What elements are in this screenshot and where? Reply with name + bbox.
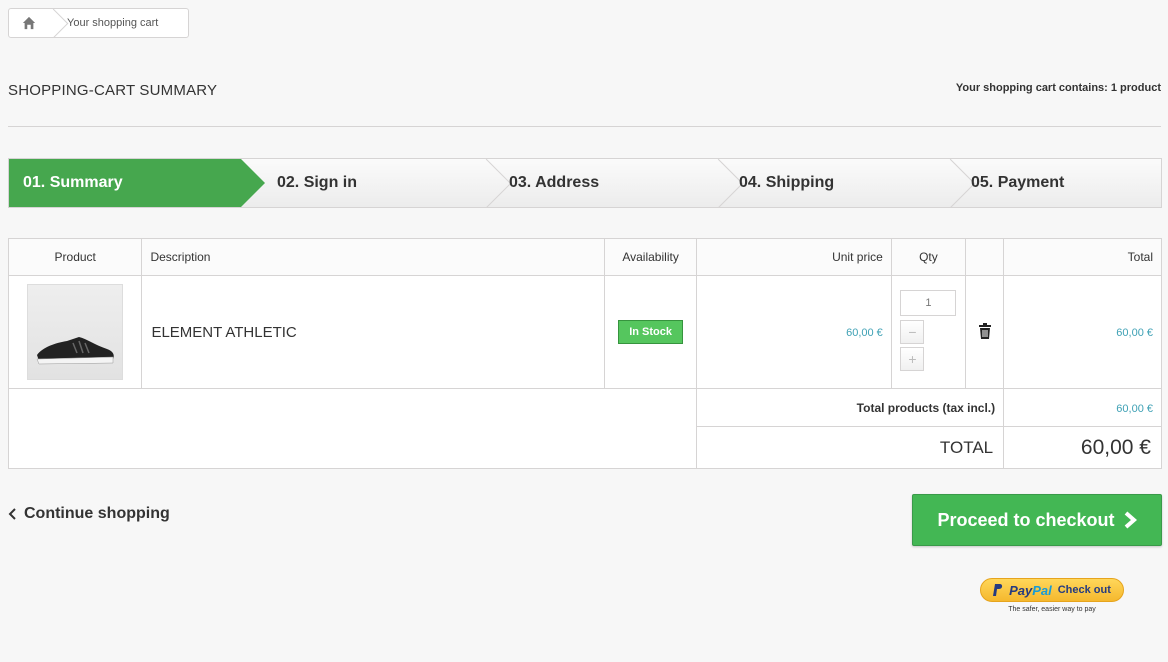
page-title: SHOPPING-CART SUMMARY (8, 82, 218, 99)
quantity-decrease-button[interactable]: − (900, 320, 925, 344)
step-address[interactable]: 03. Address (509, 159, 599, 207)
active-step-arrow (241, 159, 265, 207)
totals-spacer (8, 388, 697, 469)
cart-table: Product Description Availability Unit pr… (7, 238, 1162, 469)
paypal-check-out-label: Check out (1057, 584, 1111, 596)
total-products-value: 60,00 € (1116, 402, 1153, 415)
header-qty: Qty (890, 238, 967, 276)
total-label: TOTAL (695, 426, 1005, 469)
product-image-cell (7, 275, 143, 389)
chevron-right-icon (1124, 511, 1137, 529)
subtotal-row: Total products (tax incl.) 60,00 € (8, 388, 1162, 469)
table-row: ELEMENT ATHLETIC In Stock 60,00 € 1 − + (7, 275, 1162, 389)
paypal-tagline: The safer, easier way to pay (1008, 606, 1096, 613)
proceed-to-checkout-button[interactable]: Proceed to checkout (912, 494, 1162, 546)
delete-cell (965, 275, 1005, 389)
total-products-cell: 60,00 € (1003, 388, 1162, 427)
unit-price: 60,00 € (846, 327, 883, 339)
header-total: Total (1003, 238, 1162, 276)
cart-count: Your shopping cart contains: 1 product (955, 82, 1161, 94)
trash-icon (978, 322, 991, 339)
paypal-logo: PayPal (1009, 583, 1052, 598)
checkout-steps: 01. Summary 02. Sign in 03. Address 04. … (8, 158, 1162, 208)
continue-shopping-label: Continue shopping (24, 505, 170, 522)
quantity-stepper: 1 − + (900, 290, 957, 371)
line-total: 60,00 € (1116, 327, 1153, 339)
step-sign-in[interactable]: 02. Sign in (277, 159, 357, 207)
checkout-label: Proceed to checkout (937, 509, 1115, 530)
total-value: 60,00 € (1003, 426, 1162, 469)
header-availability: Availability (604, 238, 697, 276)
paypal-logo-pal: Pal (1032, 582, 1052, 598)
total-products-label: Total products (tax incl.) (695, 388, 1005, 427)
paypal-logo-pay: Pay (1009, 582, 1033, 598)
paypal-checkout-button[interactable]: PayPal Check out (980, 578, 1124, 602)
product-image[interactable] (27, 284, 124, 380)
step-divider (693, 159, 744, 207)
step-shipping[interactable]: 04. Shipping (739, 159, 834, 207)
step-payment[interactable]: 05. Payment (971, 159, 1064, 207)
shoe-image (36, 337, 114, 365)
status-badge: In Stock (618, 320, 683, 344)
continue-shopping-link[interactable]: Continue shopping (8, 505, 170, 523)
paypal-icon (993, 584, 1003, 596)
step-divider (461, 159, 512, 207)
step-summary[interactable]: 01. Summary (23, 159, 123, 207)
product-description-cell: ELEMENT ATHLETIC (141, 275, 606, 389)
home-icon (22, 16, 36, 30)
quantity-increase-button[interactable]: + (900, 347, 925, 371)
line-total-cell: 60,00 € (1003, 275, 1162, 389)
chevron-left-icon (8, 508, 16, 520)
minus-icon: − (908, 324, 917, 340)
header-description: Description (141, 238, 606, 276)
step-divider (925, 159, 976, 207)
header-product: Product (7, 238, 143, 276)
qty-cell: 1 − + (890, 275, 967, 389)
header-unit-price: Unit price (695, 238, 892, 276)
unit-price-cell: 60,00 € (695, 275, 892, 389)
product-name[interactable]: ELEMENT ATHLETIC (143, 324, 296, 341)
table-header-row: Product Description Availability Unit pr… (7, 238, 1162, 276)
availability-cell: In Stock (604, 275, 697, 389)
breadcrumb: Your shopping cart (8, 8, 189, 38)
plus-icon: + (908, 351, 917, 367)
heading-divider (8, 126, 1161, 127)
quantity-input[interactable]: 1 (900, 290, 957, 316)
delete-button[interactable] (978, 322, 992, 342)
header-delete (965, 238, 1005, 276)
